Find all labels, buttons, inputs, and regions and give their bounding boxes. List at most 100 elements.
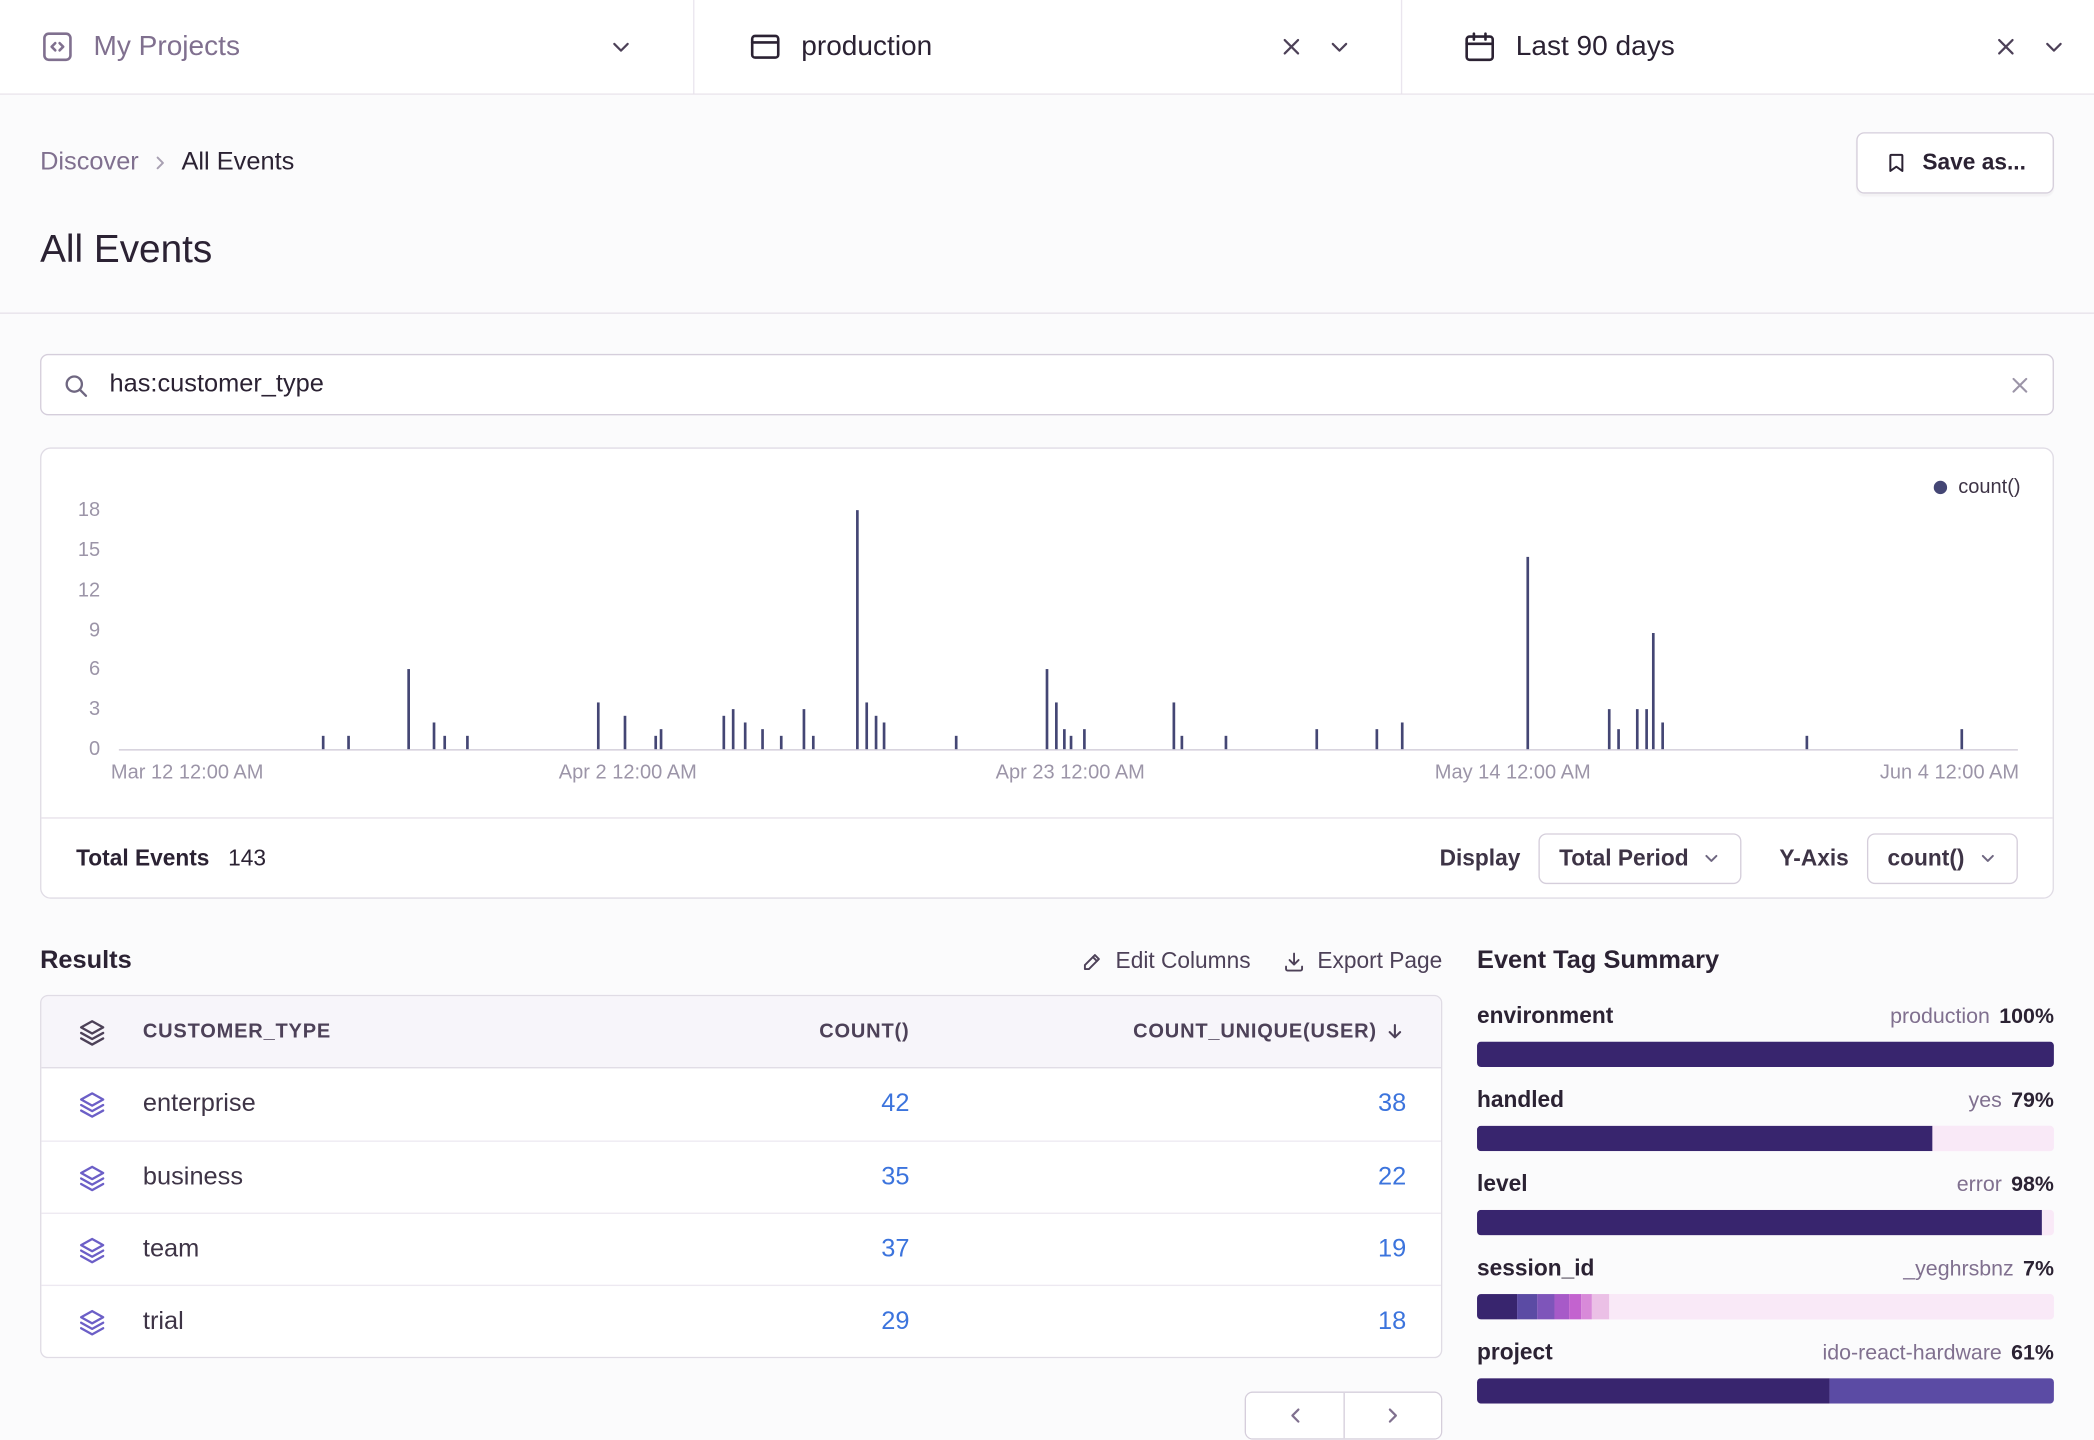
chart-bar[interactable]	[732, 709, 735, 749]
tag-bar-segment[interactable]	[1477, 1042, 2054, 1067]
count-unique-link[interactable]: 38	[1378, 1090, 1406, 1118]
date-range-selector-label[interactable]: Last 90 days	[1516, 31, 1675, 63]
tag-bar-segment[interactable]	[2042, 1210, 2054, 1235]
tag-bar-segment[interactable]	[1538, 1294, 1555, 1319]
y-axis-dropdown[interactable]: count()	[1868, 833, 2018, 884]
chart-bar[interactable]	[1173, 703, 1176, 749]
count-unique-link[interactable]: 18	[1378, 1307, 1406, 1335]
clear-search-icon[interactable]	[2007, 372, 2032, 397]
chart-bar[interactable]	[802, 709, 805, 749]
column-header-count-unique[interactable]: COUNT_UNIQUE(USER)	[909, 1020, 1441, 1043]
chart-bar[interactable]	[865, 703, 868, 749]
tag-distribution-bar[interactable]	[1477, 1378, 2054, 1403]
chart-bar[interactable]	[780, 736, 783, 749]
tag-bar-segment[interactable]	[1610, 1294, 2054, 1319]
export-page-button[interactable]: Export Page	[1283, 948, 1443, 975]
tag-bar-segment[interactable]	[1477, 1126, 1933, 1151]
chart-bar[interactable]	[408, 670, 411, 750]
chevron-down-icon[interactable]	[608, 33, 635, 60]
chart-bar[interactable]	[812, 736, 815, 749]
chart-bar[interactable]	[1224, 736, 1227, 749]
page-title: All Events	[40, 228, 2054, 312]
tag-distribution-bar[interactable]	[1477, 1126, 2054, 1151]
chart-bar[interactable]	[660, 729, 663, 749]
tag-bar-segment[interactable]	[1581, 1294, 1593, 1319]
chart-bar[interactable]	[1636, 709, 1639, 749]
tag-bar-segment[interactable]	[1517, 1294, 1537, 1319]
clear-date-range-icon[interactable]	[1993, 33, 2020, 60]
count-unique-link[interactable]: 19	[1378, 1235, 1406, 1263]
tag-bar-segment[interactable]	[1477, 1210, 2042, 1235]
chart-bar[interactable]	[444, 736, 447, 749]
chart-bar[interactable]	[1526, 557, 1529, 750]
breadcrumb-discover-link[interactable]: Discover	[40, 148, 139, 177]
clear-environment-icon[interactable]	[1278, 33, 1305, 60]
count-link[interactable]: 35	[881, 1163, 909, 1191]
environment-selector[interactable]: production	[694, 0, 1402, 93]
tag-bar-segment[interactable]	[1933, 1126, 2054, 1151]
chart-bar[interactable]	[761, 729, 764, 749]
project-selector[interactable]: My Projects	[0, 0, 694, 93]
chart-bar[interactable]	[1805, 736, 1808, 749]
chart-bar[interactable]	[1180, 736, 1183, 749]
chart-bar[interactable]	[1608, 709, 1611, 749]
stack-icon[interactable]	[41, 1235, 116, 1264]
tag-bar-segment[interactable]	[1569, 1294, 1581, 1319]
chart-legend[interactable]: count()	[1934, 475, 2020, 498]
edit-columns-button[interactable]: Edit Columns	[1081, 948, 1251, 975]
count-link[interactable]: 37	[881, 1235, 909, 1263]
chart-bar[interactable]	[597, 703, 600, 749]
chart-bar[interactable]	[1084, 729, 1087, 749]
chart-bar[interactable]	[347, 736, 350, 749]
stack-icon[interactable]	[41, 1163, 116, 1192]
chart-bar[interactable]	[1315, 729, 1318, 749]
chart-bar[interactable]	[1651, 634, 1654, 750]
chart-bar[interactable]	[1055, 703, 1058, 749]
chart-bar[interactable]	[1961, 729, 1964, 749]
chart-bar[interactable]	[1070, 736, 1073, 749]
tag-distribution-bar[interactable]	[1477, 1294, 2054, 1319]
project-selector-label[interactable]: My Projects	[93, 31, 239, 63]
stack-icon[interactable]	[41, 1307, 116, 1336]
chart-bar[interactable]	[744, 723, 747, 750]
chart-bar[interactable]	[1063, 729, 1066, 749]
display-dropdown[interactable]: Total Period	[1539, 833, 1742, 884]
chart-bar[interactable]	[875, 716, 878, 749]
chart-bar[interactable]	[1046, 670, 1049, 750]
search-input[interactable]	[107, 369, 1990, 401]
chart-bar[interactable]	[856, 510, 859, 749]
chart-bar[interactable]	[723, 716, 726, 749]
stack-icon[interactable]	[41, 1090, 116, 1119]
chart-bar[interactable]	[1376, 729, 1379, 749]
environment-selector-label[interactable]: production	[801, 31, 932, 63]
top-bar: My Projects production	[0, 0, 2094, 95]
tag-distribution-bar[interactable]	[1477, 1210, 2054, 1235]
chart-bar[interactable]	[654, 736, 657, 749]
chart-bar[interactable]	[882, 723, 885, 750]
date-range-selector[interactable]: Last 90 days	[1402, 0, 2094, 93]
tag-bar-segment[interactable]	[1829, 1378, 2054, 1403]
chevron-down-icon[interactable]	[1326, 33, 1353, 60]
chart-bar[interactable]	[1661, 723, 1664, 750]
chart-bar[interactable]	[1646, 709, 1649, 749]
count-link[interactable]: 29	[881, 1307, 909, 1335]
chart-bar[interactable]	[1401, 723, 1404, 750]
count-unique-link[interactable]: 22	[1378, 1163, 1406, 1191]
tag-bar-segment[interactable]	[1477, 1294, 1517, 1319]
chart-bar[interactable]	[624, 716, 627, 749]
column-header-count[interactable]: COUNT()	[562, 1020, 909, 1043]
tag-bar-segment[interactable]	[1555, 1294, 1569, 1319]
chart-bar[interactable]	[432, 723, 435, 750]
chart-bar[interactable]	[954, 736, 957, 749]
count-link[interactable]: 42	[881, 1090, 909, 1118]
chart-bar[interactable]	[466, 736, 469, 749]
chart-bar[interactable]	[322, 736, 325, 749]
tag-bar-segment[interactable]	[1477, 1378, 1829, 1403]
tag-distribution-bar[interactable]	[1477, 1042, 2054, 1067]
save-as-button[interactable]: Save as...	[1857, 132, 2054, 193]
tag-bar-segment[interactable]	[1592, 1294, 1609, 1319]
column-header-customer-type[interactable]: CUSTOMER_TYPE	[116, 1020, 562, 1043]
chart-bar[interactable]	[1617, 729, 1620, 749]
stack-icon	[41, 1017, 116, 1046]
chevron-down-icon[interactable]	[2041, 33, 2068, 60]
